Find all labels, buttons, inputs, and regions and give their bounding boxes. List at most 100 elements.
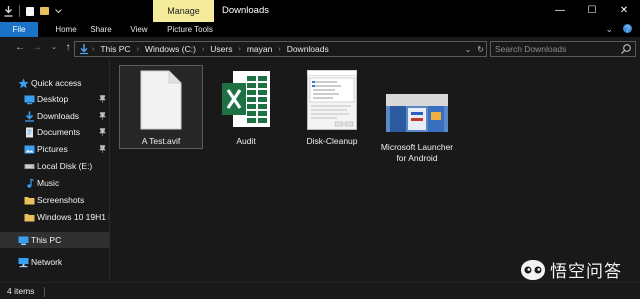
this-pc-icon [18,236,29,245]
sidebar-item-pictures[interactable]: Pictures [0,141,109,157]
image-thumbnail [386,94,448,132]
pictures-folder-icon [24,145,35,153]
sidebar-item-label: Quick access [31,78,82,88]
item-count: 4 items [7,286,35,296]
manage-tab[interactable]: Manage [153,0,214,22]
tab-view[interactable]: View [125,22,153,37]
sidebar-item-label: Pictures [37,144,68,154]
sidebar-item-desktop[interactable]: Desktop [0,91,109,107]
breadcrumb-mayan[interactable]: mayan [247,44,273,54]
crumb-separator[interactable]: › [278,46,280,53]
breadcrumb-this-pc[interactable]: This PC [100,44,130,54]
sidebar-item-label: Screenshots [37,195,85,205]
properties-icon[interactable] [4,5,13,17]
watermark-text: 悟空问答 [550,262,622,282]
sidebar-item-label: Windows 10 19H1 b [37,212,110,222]
desktop-folder-icon [24,95,35,104]
sidebar-item-network[interactable]: Network [0,254,109,270]
back-button[interactable]: ← [13,41,27,55]
help-icon[interactable]: ? [623,24,632,34]
new-folder-icon[interactable] [40,7,49,15]
documents-folder-icon [26,127,33,137]
pin-icon[interactable] [99,112,106,120]
sidebar-item-label: Music [37,178,60,188]
sidebar-item-documents[interactable]: Documents [0,124,109,140]
expand-ribbon-icon[interactable]: ⌄ [605,24,613,35]
drive-icon [24,163,35,169]
sidebar-item-quick-access[interactable]: Quick access [0,75,109,91]
search-icon[interactable] [620,43,632,55]
breadcrumb-windows-c[interactable]: Windows (C:) [145,44,196,54]
star-icon [18,78,29,88]
sidebar-item-screenshots[interactable]: Screenshots [0,192,109,208]
breadcrumb-downloads[interactable]: Downloads [287,44,329,54]
navigation-pane: Quick access Desktop Downloads Documents… [0,60,110,282]
file-item-microsoft-launcher[interactable]: Microsoft Launcher for Android [376,66,458,176]
sidebar-item-windows-10[interactable]: Windows 10 19H1 b [0,209,110,225]
search-input[interactable] [495,43,617,55]
up-button[interactable]: ↑ [61,41,75,55]
navigation-bar: ← → ⌄ ↑ › This PC › Windows (C:) › Users… [0,37,640,60]
crumb-separator[interactable]: › [137,46,139,53]
window-controls: — ☐ ✕ [544,0,640,22]
sidebar-item-label: This PC [31,235,62,245]
network-icon [18,257,29,267]
blank-file-icon [140,70,182,130]
tab-home[interactable]: Home [49,22,83,37]
note-icon[interactable] [26,6,34,16]
ribbon-right-controls: ⌄ ? [605,24,632,35]
recent-locations-button[interactable]: ⌄ [47,41,61,55]
sidebar-item-label: Network [31,257,63,267]
file-item-a-test[interactable]: A Test.avif [119,65,203,149]
sidebar-item-label: Desktop [37,94,69,104]
address-bar[interactable]: › This PC › Windows (C:) › Users › mayan… [74,41,487,57]
minimize-button[interactable]: — [544,0,576,22]
crumb-separator[interactable]: › [238,46,240,53]
file-item-audit[interactable]: Audit [205,66,287,148]
watermark-logo [521,259,545,280]
breadcrumb-users[interactable]: Users [210,44,232,54]
watermark: 悟空问答 [520,257,622,282]
file-list: A Test.avif Audit Disk-Cleanup Microsoft… [111,60,640,282]
sidebar-item-music[interactable]: Music [0,175,109,191]
folder-icon [24,213,35,221]
screenshot-thumbnail [307,70,357,130]
sidebar-item-label: Documents [37,127,80,137]
folder-icon [24,196,35,204]
excel-file-icon [222,71,270,127]
status-bar: 4 items [0,282,640,299]
pin-icon[interactable] [99,128,106,136]
tab-share[interactable]: Share [86,22,116,37]
title-bar: Manage Downloads — ☐ ✕ [0,0,640,22]
status-divider [44,287,45,297]
quick-access-toolbar [4,5,62,17]
tab-file[interactable]: File [0,22,38,37]
crumb-separator[interactable]: › [202,46,204,53]
pin-icon[interactable] [99,145,106,153]
file-item-disk-cleanup[interactable]: Disk-Cleanup [291,66,373,148]
history-dropdown-icon[interactable]: ⌄ [465,45,472,54]
downloads-folder-icon [25,111,34,122]
file-name: Microsoft Launcher for Android [380,142,454,163]
sidebar-item-local-disk-e[interactable]: Local Disk (E:) [0,158,109,174]
file-name: Disk-Cleanup [306,136,358,146]
tab-picture-tools[interactable]: Picture Tools [160,22,220,37]
sidebar-item-label: Local Disk (E:) [37,161,93,171]
crumb-separator: › [92,45,95,53]
downloads-location-icon [80,44,88,55]
toolbar-divider [19,5,20,17]
music-icon [27,177,34,188]
search-box[interactable] [490,41,636,57]
ribbon-tabs: File Home Share View Picture Tools ⌄ ? [0,22,640,37]
maximize-button[interactable]: ☐ [576,0,608,22]
sidebar-item-downloads[interactable]: Downloads [0,108,109,124]
chevron-down-icon[interactable] [55,8,62,14]
address-bar-actions: ⌄ ↻ [465,42,484,56]
refresh-icon[interactable]: ↻ [477,45,484,54]
file-name: Audit [236,136,256,146]
close-button[interactable]: ✕ [608,0,640,22]
pin-icon[interactable] [99,95,106,103]
file-name: A Test.avif [141,136,181,146]
forward-button[interactable]: → [30,41,44,55]
sidebar-item-this-pc[interactable]: This PC [0,232,109,248]
